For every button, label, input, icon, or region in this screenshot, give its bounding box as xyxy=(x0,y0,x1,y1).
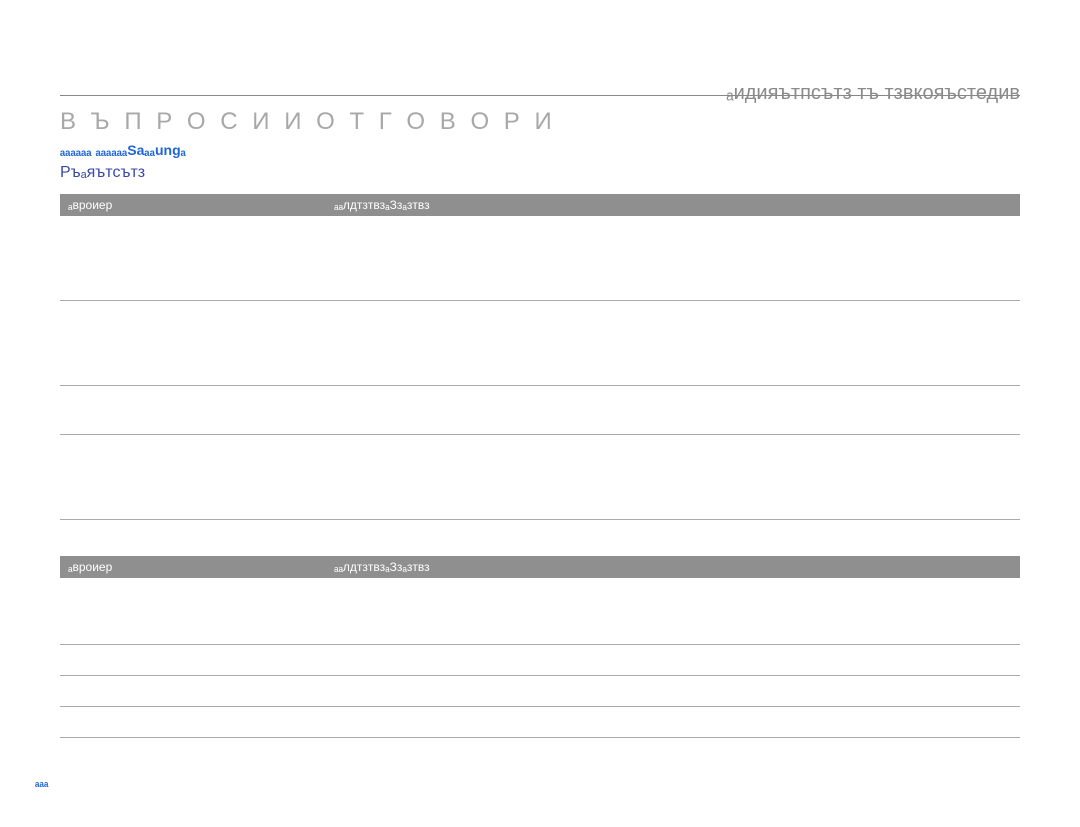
section-title: Ръₐяътсътз xyxy=(60,164,1020,182)
table-header-row: ₐвроиер ₐₐлдтзтвзₐЗзₐзтвз xyxy=(60,556,1020,578)
document-page: ₐидияътпсътз тъ тзвкояъстедив В Ъ П Р О … xyxy=(0,0,1080,827)
cell-question xyxy=(60,707,326,738)
cell-answer xyxy=(326,578,1020,645)
col-header-2: ₐₐлдтзтвзₐЗзₐзтвз xyxy=(326,194,1020,216)
col-header-1: ₐвроиер xyxy=(60,194,326,216)
qa-table-1: ₐвроиер ₐₐлдтзтвзₐЗзₐзтвз xyxy=(60,194,1020,520)
table-row xyxy=(60,301,1020,386)
table-row xyxy=(60,707,1020,738)
cell-question xyxy=(60,216,326,301)
col-header-2: ₐₐлдтзтвзₐЗзₐзтвз xyxy=(326,556,1020,578)
col-header-1: ₐвроиер xyxy=(60,556,326,578)
cell-answer xyxy=(326,386,1020,435)
cell-answer xyxy=(326,435,1020,520)
cell-question xyxy=(60,645,326,676)
cell-question xyxy=(60,676,326,707)
cell-question xyxy=(60,301,326,386)
page-number: ₐₐₐ xyxy=(35,775,49,789)
cell-answer xyxy=(326,645,1020,676)
cell-question xyxy=(60,386,326,435)
table-header-row: ₐвроиер ₐₐлдтзтвзₐЗзₐзтвз xyxy=(60,194,1020,216)
qa-table-2: ₐвроиер ₐₐлдтзтвзₐЗзₐзтвз xyxy=(60,556,1020,738)
table-row xyxy=(60,216,1020,301)
table-row xyxy=(60,676,1020,707)
cell-answer xyxy=(326,707,1020,738)
table-row xyxy=(60,645,1020,676)
cell-answer xyxy=(326,301,1020,386)
samsung-link[interactable]: ₐₐₐₐₐₐ ₐₐₐₐₐₐSaₐₐungₐ xyxy=(60,142,1020,158)
cell-question xyxy=(60,578,326,645)
table-row xyxy=(60,435,1020,520)
cell-answer xyxy=(326,676,1020,707)
page-heading: В Ъ П Р О С И И О Т Г О В О Р И xyxy=(60,108,1020,136)
table-row xyxy=(60,578,1020,645)
chapter-title: ₐидияътпсътз тъ тзвкояъстедив xyxy=(726,82,1020,105)
cell-answer xyxy=(326,216,1020,301)
table-row xyxy=(60,386,1020,435)
cell-question xyxy=(60,435,326,520)
